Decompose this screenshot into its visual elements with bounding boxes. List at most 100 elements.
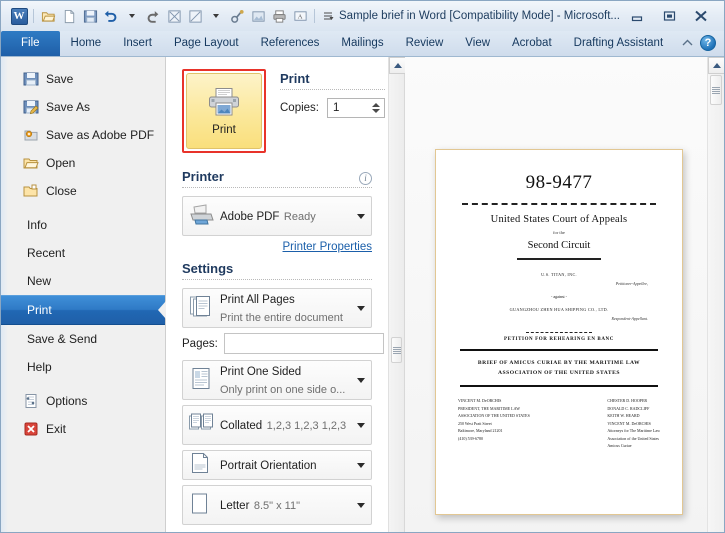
chevron-down-icon[interactable]: [357, 305, 365, 311]
sidebar-item-open[interactable]: Open: [1, 149, 165, 177]
collate-icon: [189, 412, 215, 438]
undo-dropdown-icon[interactable]: [122, 6, 142, 26]
preview-scroll-thumb[interactable]: [710, 75, 722, 105]
sidebar-item-new[interactable]: New: [1, 267, 165, 295]
printer-section-divider: [182, 187, 372, 188]
help-icon[interactable]: ?: [700, 35, 716, 51]
restore-button[interactable]: [658, 8, 680, 24]
print-sides-select[interactable]: Print One Sided Only print on one side o…: [182, 360, 372, 400]
tab-home[interactable]: Home: [60, 31, 113, 56]
preview-scrollbar[interactable]: [707, 57, 724, 532]
printer-device-icon: [189, 203, 215, 229]
sidebar-item-print[interactable]: Print: [1, 295, 165, 325]
sidebar-item-save-and-send[interactable]: Save & Send: [1, 325, 165, 353]
document-preview-page[interactable]: 98-9477 United States Court of Appeals f…: [435, 149, 683, 515]
copies-stepper[interactable]: [327, 98, 385, 118]
document-content: 98-9477 United States Court of Appeals f…: [436, 150, 682, 450]
portrait-icon: [189, 452, 215, 478]
chevron-down-icon[interactable]: [357, 213, 365, 219]
tab-insert[interactable]: Insert: [112, 31, 163, 56]
doc-versus: - against -: [551, 294, 567, 299]
tab-file[interactable]: File: [1, 31, 60, 56]
paper-size-sub: 8.5" x 11": [253, 500, 301, 512]
backstage-view: Save Save As Save as Adobe PDF Open Clos…: [1, 57, 724, 532]
collation-sub: 1,2,3 1,2,3 1,2,3: [266, 420, 347, 432]
tab-page-layout[interactable]: Page Layout: [163, 31, 250, 56]
doc-counsel-left: VINCENT M. DeORCHIS PRESIDENT, THE MARIT…: [458, 397, 530, 450]
paper-size-select[interactable]: Letter 8.5" x 11": [182, 485, 372, 525]
tab-view[interactable]: View: [454, 31, 501, 56]
counsel-line: (410) 539-6780: [458, 435, 483, 441]
counsel-line: Attorneys for The Maritime Law: [607, 428, 660, 433]
sidebar-item-save-as-adobe-pdf[interactable]: Save as Adobe PDF: [1, 121, 165, 149]
word-logo-button[interactable]: W: [9, 6, 29, 26]
sidebar-item-save-as[interactable]: Save As: [1, 93, 165, 121]
sidebar-item-options[interactable]: Options: [1, 387, 165, 415]
printer-name: Adobe PDF: [220, 211, 280, 223]
print-button[interactable]: Print: [186, 73, 262, 149]
copies-input[interactable]: [328, 99, 370, 117]
settings-section-divider: [182, 279, 372, 280]
orientation-main: Portrait Orientation: [220, 460, 317, 472]
window-title: Sample brief in Word [Compatibility Mode…: [339, 10, 620, 22]
sidebar-item-info[interactable]: Info: [1, 211, 165, 239]
export-pdf-2-icon[interactable]: [185, 6, 205, 26]
spinner-up-icon[interactable]: [372, 103, 380, 107]
sidebar-item-label: Recent: [27, 246, 66, 260]
tab-drafting-assistant[interactable]: Drafting Assistant: [563, 31, 674, 56]
open-icon[interactable]: [38, 6, 58, 26]
sidebar-item-recent[interactable]: Recent: [1, 239, 165, 267]
attach-icon[interactable]: [227, 6, 247, 26]
doc-rule-1: [462, 203, 656, 205]
close-button[interactable]: [690, 8, 712, 24]
doc-party-respondent: GUANGZHOU ZHEN HUA SHIPPING CO., LTD.: [509, 307, 609, 312]
paper-size-icon: [189, 492, 215, 518]
doc-rule-4: [460, 349, 658, 351]
copies-row: Copies:: [280, 98, 385, 118]
minimize-button[interactable]: [626, 8, 648, 24]
new-document-icon[interactable]: [59, 6, 79, 26]
orientation-select[interactable]: Portrait Orientation: [182, 450, 372, 480]
collapse-ribbon-icon[interactable]: [681, 34, 694, 52]
export-pdf-icon[interactable]: [164, 6, 184, 26]
printer-select[interactable]: Adobe PDF Ready: [182, 196, 372, 236]
spinner-down-icon[interactable]: [372, 109, 380, 113]
settings-section-title: Settings: [182, 261, 234, 276]
preview-scroll-up-button[interactable]: [708, 57, 724, 74]
print-header-column: Print Copies:: [280, 69, 385, 118]
tab-mailings[interactable]: Mailings: [330, 31, 394, 56]
tab-review[interactable]: Review: [395, 31, 455, 56]
comment-icon[interactable]: A: [290, 6, 310, 26]
chevron-down-icon[interactable]: [357, 462, 365, 468]
printer-info-icon[interactable]: i: [359, 171, 372, 185]
print-icon[interactable]: [269, 6, 289, 26]
settings-scrollbar[interactable]: [388, 57, 406, 532]
sidebar-item-close[interactable]: Close: [1, 177, 165, 205]
sidebar-item-save[interactable]: Save: [1, 65, 165, 93]
title-bar: W A Sample brief in Word [Compatibility …: [1, 1, 724, 31]
collation-main: Collated: [220, 420, 263, 432]
print-range-select[interactable]: Print All Pages Print the entire documen…: [182, 288, 372, 328]
chevron-down-icon[interactable]: [357, 422, 365, 428]
printer-icon: [207, 87, 241, 122]
save-icon[interactable]: [80, 6, 100, 26]
printer-properties-link[interactable]: Printer Properties: [182, 241, 372, 253]
redo-icon[interactable]: [143, 6, 163, 26]
sidebar-item-label: Info: [27, 218, 48, 232]
collation-select[interactable]: Collated 1,2,3 1,2,3 1,2,3: [182, 405, 372, 445]
chevron-down-icon[interactable]: [357, 502, 365, 508]
tab-references[interactable]: References: [250, 31, 331, 56]
export-pdf-dropdown-icon[interactable]: [206, 6, 226, 26]
chevron-down-icon[interactable]: [357, 377, 365, 383]
pages-input[interactable]: [223, 333, 384, 354]
copies-spinner-arrows[interactable]: [370, 99, 384, 117]
customize-qat-icon[interactable]: [319, 6, 339, 26]
settings-scroll-thumb[interactable]: [391, 337, 402, 363]
sidebar-item-exit[interactable]: Exit: [1, 415, 165, 443]
image-icon[interactable]: [248, 6, 268, 26]
print-settings-panel: Print Print Copies: 1 Printer i Adobe PD…: [166, 57, 388, 532]
settings-scroll-up-button[interactable]: [389, 57, 406, 74]
tab-acrobat[interactable]: Acrobat: [501, 31, 563, 56]
sidebar-item-help[interactable]: Help: [1, 353, 165, 381]
undo-icon[interactable]: [101, 6, 121, 26]
